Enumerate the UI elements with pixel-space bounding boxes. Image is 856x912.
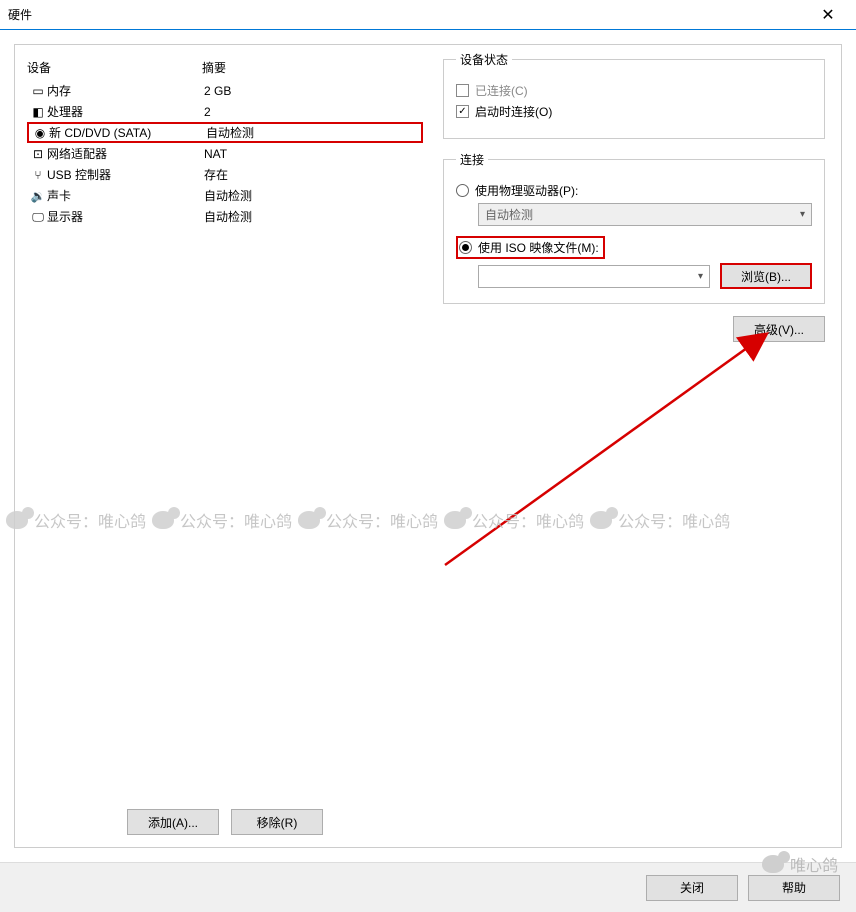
- browse-button[interactable]: 浏览(B)...: [720, 263, 812, 289]
- connected-label: 已连接(C): [475, 82, 528, 99]
- inner-panel: 设备 摘要 ▭内存 2 GB ◧处理器 2 ◉新 CD/DVD (SATA) 自…: [14, 44, 842, 848]
- disc-icon: ◉: [31, 126, 49, 140]
- device-row-usb[interactable]: ⑂USB 控制器 存在: [27, 164, 423, 185]
- remove-button[interactable]: 移除(R): [231, 809, 323, 835]
- col-device-header: 设备: [27, 59, 202, 76]
- chevron-down-icon: ▾: [800, 209, 805, 220]
- device-list-pane: 设备 摘要 ▭内存 2 GB ◧处理器 2 ◉新 CD/DVD (SATA) 自…: [15, 45, 435, 847]
- use-physical-radio-row[interactable]: 使用物理驱动器(P):: [456, 182, 812, 199]
- radio-icon: [456, 184, 469, 197]
- connection-group: 连接 使用物理驱动器(P): 自动检测 ▾ 使用 ISO 映像文件(M):: [443, 151, 825, 304]
- use-iso-label: 使用 ISO 映像文件(M):: [478, 239, 599, 256]
- connect-on-power-row[interactable]: ✓ 启动时连接(O): [456, 103, 812, 120]
- bottom-bar: 关闭 帮助: [0, 862, 856, 912]
- iso-file-row: ▾ 浏览(B)...: [478, 263, 812, 289]
- iso-file-dropdown[interactable]: ▾: [478, 265, 710, 288]
- help-button[interactable]: 帮助: [748, 875, 840, 901]
- connect-on-power-label: 启动时连接(O): [475, 103, 552, 120]
- chevron-down-icon: ▾: [698, 271, 703, 282]
- advanced-button[interactable]: 高级(V)...: [733, 316, 825, 342]
- device-table: 设备 摘要 ▭内存 2 GB ◧处理器 2 ◉新 CD/DVD (SATA) 自…: [27, 55, 423, 801]
- add-button[interactable]: 添加(A)...: [127, 809, 219, 835]
- wechat-icon: [762, 855, 784, 873]
- device-row-memory[interactable]: ▭内存 2 GB: [27, 80, 423, 101]
- close-icon[interactable]: ✕: [808, 5, 848, 25]
- device-buttons: 添加(A)... 移除(R): [27, 801, 423, 837]
- use-iso-radio-row[interactable]: 使用 ISO 映像文件(M):: [456, 236, 812, 259]
- device-status-group: 设备状态 已连接(C) ✓ 启动时连接(O): [443, 51, 825, 139]
- col-summary-header: 摘要: [202, 59, 423, 76]
- close-button[interactable]: 关闭: [646, 875, 738, 901]
- device-row-sound[interactable]: 🔉声卡 自动检测: [27, 185, 423, 206]
- sound-icon: 🔉: [29, 189, 47, 203]
- checkbox-icon: [456, 84, 469, 97]
- physical-drive-dropdown[interactable]: 自动检测 ▾: [478, 203, 812, 226]
- use-physical-label: 使用物理驱动器(P):: [475, 182, 578, 199]
- advanced-row: 高级(V)...: [443, 316, 825, 342]
- watermark-footer: 唯心鸽: [762, 852, 838, 876]
- physical-drive-value: 自动检测: [485, 206, 533, 223]
- display-icon: 🖵: [29, 210, 47, 225]
- radio-selected-icon: [459, 241, 472, 254]
- content-area: 设备 摘要 ▭内存 2 GB ◧处理器 2 ◉新 CD/DVD (SATA) 自…: [0, 30, 856, 862]
- connected-checkbox-row[interactable]: 已连接(C): [456, 82, 812, 99]
- checkbox-checked-icon: ✓: [456, 105, 469, 118]
- device-row-cpu[interactable]: ◧处理器 2: [27, 101, 423, 122]
- device-status-legend: 设备状态: [456, 51, 512, 68]
- device-row-cddvd[interactable]: ◉新 CD/DVD (SATA) 自动检测: [27, 122, 423, 143]
- connection-legend: 连接: [456, 151, 488, 168]
- watermark-strip: 公众号：唯心鸽 公众号：唯心鸽 公众号：唯心鸽 公众号：唯心鸽 公众号：唯心鸽: [0, 505, 856, 535]
- device-row-network[interactable]: ⊡网络适配器 NAT: [27, 143, 423, 164]
- usb-icon: ⑂: [29, 168, 47, 182]
- network-icon: ⊡: [29, 147, 47, 161]
- window-title: 硬件: [8, 6, 32, 23]
- cpu-icon: ◧: [29, 105, 47, 119]
- titlebar: 硬件 ✕: [0, 0, 856, 30]
- memory-icon: ▭: [29, 84, 47, 98]
- device-header: 设备 摘要: [27, 55, 423, 80]
- device-row-display[interactable]: 🖵显示器 自动检测: [27, 206, 423, 227]
- settings-pane: 设备状态 已连接(C) ✓ 启动时连接(O) 连接 使用物理驱动器(P):: [435, 45, 841, 847]
